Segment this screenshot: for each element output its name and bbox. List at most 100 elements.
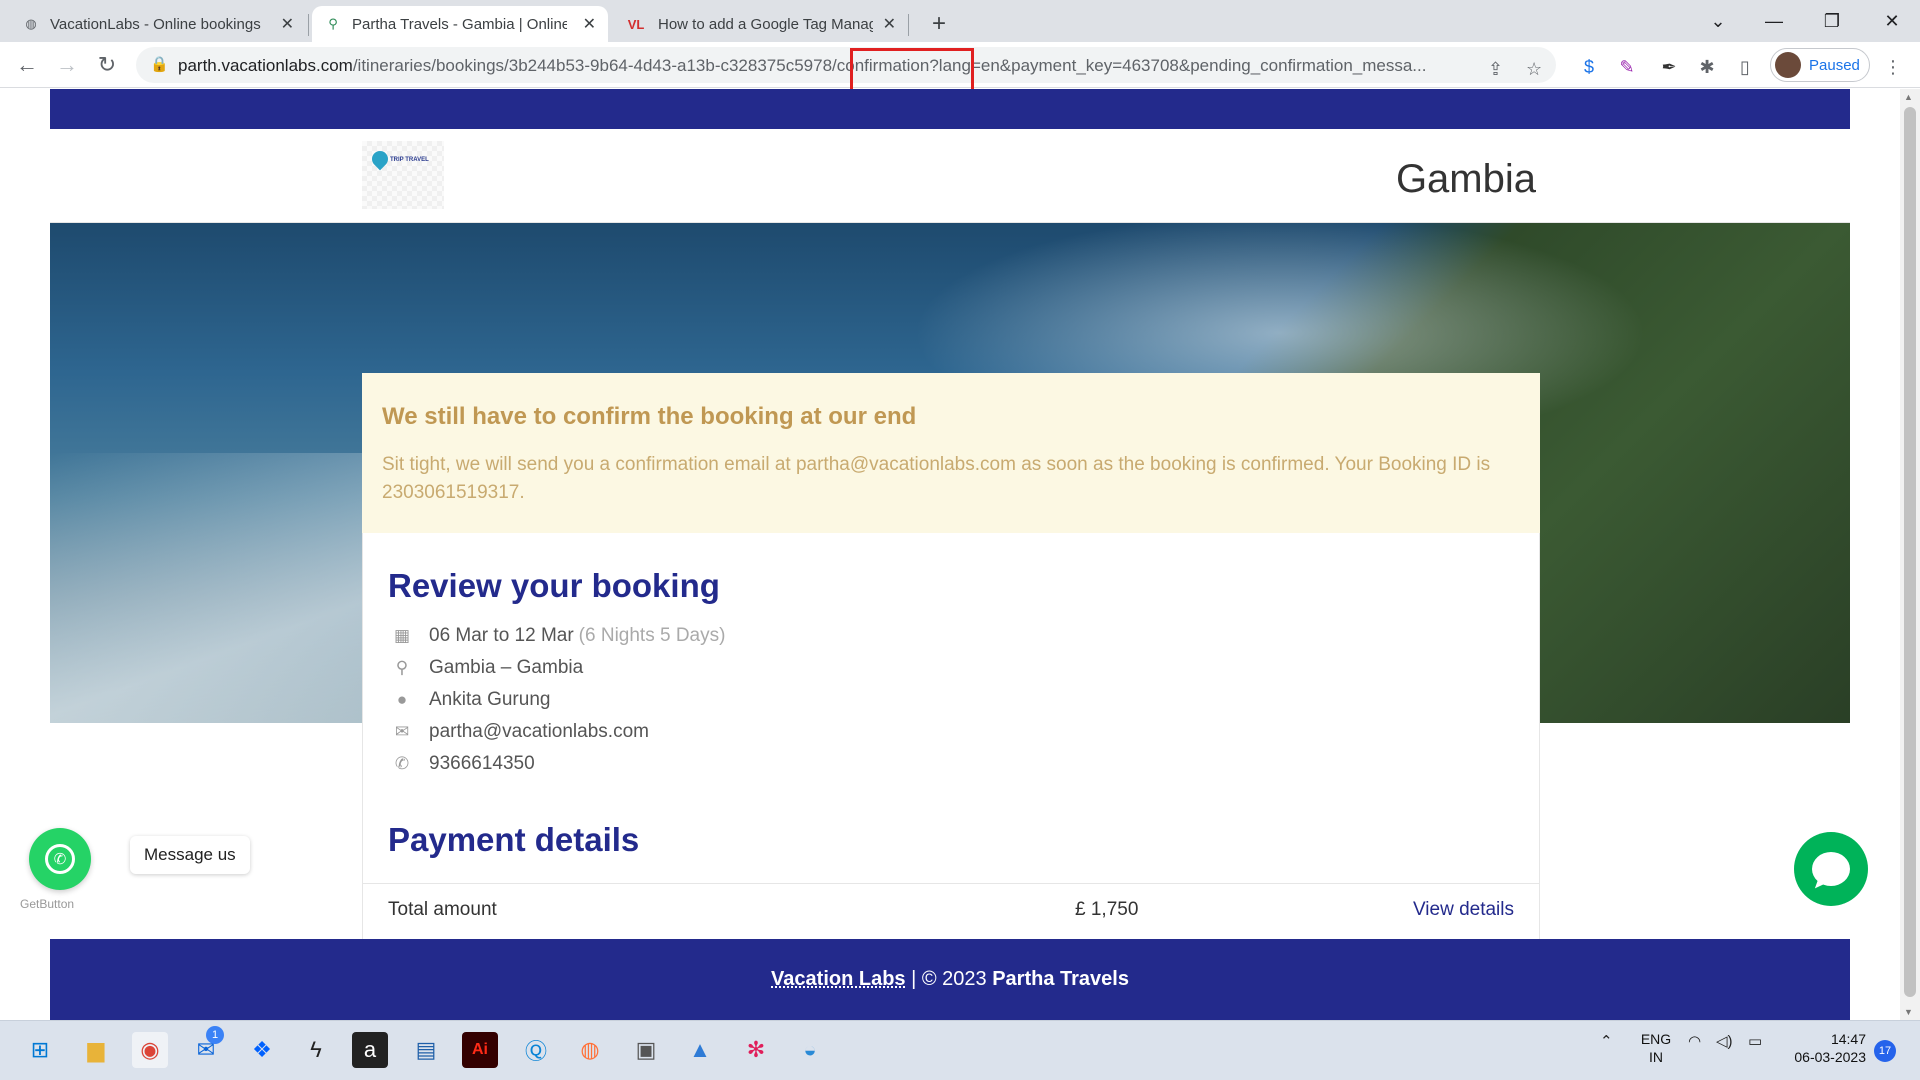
scroll-thumb[interactable]: [1904, 107, 1916, 997]
page-viewport: TRIP TRAVEL Gambia We still have to conf…: [0, 89, 1900, 1020]
top-band: [50, 89, 1850, 129]
tab-search-icon[interactable]: ⌄: [1690, 0, 1746, 42]
vacationlabs-icon: VL: [627, 16, 645, 32]
mail-badge: 1: [206, 1026, 224, 1044]
phone-row: ✆ 9366614350: [391, 753, 535, 775]
guest-name: Ankita Gurung: [429, 689, 551, 710]
illustrator-icon[interactable]: Ai: [462, 1032, 498, 1068]
wifi-icon[interactable]: ◠: [1688, 1032, 1701, 1050]
amazon-icon[interactable]: a: [352, 1032, 388, 1068]
globe-icon: ◍: [25, 16, 37, 31]
email-row: ✉ partha@vacationlabs.com: [391, 721, 649, 743]
side-panel-icon[interactable]: ▯: [1732, 54, 1758, 80]
site-logo[interactable]: TRIP TRAVEL: [362, 141, 444, 209]
logo-text: TRIP TRAVEL: [390, 157, 429, 163]
getbutton-credit[interactable]: GetButton: [20, 897, 74, 911]
lock-icon: 🔒: [150, 56, 169, 73]
close-window-icon[interactable]: ✕: [1864, 0, 1920, 42]
language-indicator[interactable]: ENG IN: [1636, 1030, 1676, 1066]
tab-title: VacationLabs - Online bookings f: [50, 15, 265, 33]
message-us-bubble[interactable]: Message us: [130, 836, 250, 874]
bolt-app-icon[interactable]: ϟ: [298, 1032, 334, 1068]
volume-icon[interactable]: ◁): [1716, 1032, 1733, 1050]
tray-expand-icon[interactable]: ⌃: [1600, 1032, 1613, 1050]
battery-icon[interactable]: ▭: [1748, 1032, 1762, 1050]
globe-app-icon[interactable]: ◒: [792, 1032, 828, 1068]
extension-icon[interactable]: $: [1576, 54, 1602, 80]
notification-badge[interactable]: 17: [1874, 1040, 1896, 1062]
tab-separator: [308, 14, 309, 36]
divider: [363, 883, 1539, 884]
profile-status: Paused: [1809, 56, 1860, 74]
calendar-icon: ▦: [393, 626, 411, 645]
review-heading: Review your booking: [388, 567, 720, 604]
map-marker-icon: ⚲: [395, 658, 409, 677]
reload-icon[interactable]: ↻: [92, 50, 122, 80]
booking-route: Gambia – Gambia: [429, 657, 584, 678]
booking-dates: 06 Mar to 12 Mar: [429, 625, 574, 646]
slack-icon[interactable]: ✻: [738, 1032, 774, 1068]
camera-icon[interactable]: ▣: [628, 1032, 664, 1068]
windows-start-icon[interactable]: ⊞: [22, 1032, 58, 1068]
forward-icon[interactable]: →: [52, 50, 82, 80]
system-clock[interactable]: 14:47 06-03-2023: [1786, 1030, 1866, 1066]
close-tab-icon[interactable]: ✕: [281, 14, 294, 34]
news-app-icon[interactable]: ▤: [408, 1032, 444, 1068]
close-tab-icon[interactable]: ✕: [883, 14, 896, 34]
restore-icon[interactable]: ❐: [1804, 0, 1860, 42]
new-tab-button[interactable]: +: [920, 6, 956, 42]
envelope-icon: ✉: [394, 722, 410, 741]
menu-icon[interactable]: ⋮: [1880, 54, 1906, 80]
alert-title: We still have to confirm the booking at …: [382, 403, 917, 430]
puzzle-icon[interactable]: ✱: [1694, 54, 1720, 80]
close-tab-icon[interactable]: ✕: [583, 14, 596, 34]
tab-google-tag-manager[interactable]: VL How to add a Google Tag Manag ✕: [612, 6, 908, 42]
map-pin-icon: [368, 147, 392, 171]
tab-partha-travels[interactable]: ⚲ Partha Travels - Gambia | Online B ✕: [312, 6, 608, 42]
alert-message: Sit tight, we will send you a confirmati…: [382, 454, 1491, 503]
scroll-down-icon[interactable]: ▼: [1904, 1007, 1913, 1017]
tab-separator: [908, 14, 909, 36]
route-row: ⚲ Gambia – Gambia: [391, 657, 583, 679]
view-details-link[interactable]: View details: [1413, 899, 1514, 921]
windows-taskbar: [0, 1020, 1920, 1080]
whatsapp-button[interactable]: ✆: [29, 828, 91, 890]
whatsapp-icon: ✆: [45, 844, 75, 874]
dates-row: ▦ 06 Mar to 12 Mar (6 Nights 5 Days): [391, 625, 725, 647]
chrome-icon[interactable]: ◉: [132, 1032, 168, 1068]
vacation-labs-link[interactable]: Vacation Labs: [771, 968, 906, 991]
star-icon[interactable]: ☆: [1526, 59, 1542, 80]
payment-heading: Payment details: [388, 821, 640, 858]
tab-title: Partha Travels - Gambia | Online B: [352, 15, 567, 33]
tab-strip: ◍ VacationLabs - Online bookings f ✕ ⚲ P…: [0, 0, 1920, 42]
tab-vacationlabs[interactable]: ◍ VacationLabs - Online bookings f ✕: [10, 6, 306, 42]
address-bar[interactable]: 🔒 parth.vacationlabs.com/itineraries/boo…: [136, 47, 1556, 83]
destination-title: Gambia: [1395, 157, 1536, 201]
pending-confirmation-alert: We still have to confirm the booking at …: [362, 373, 1540, 533]
pen-extension-icon[interactable]: ✎: [1614, 54, 1640, 80]
chat-button[interactable]: [1794, 832, 1868, 906]
booking-duration: (6 Nights 5 Days): [578, 625, 726, 646]
chat-bubble-icon: [1812, 852, 1850, 886]
guest-row: ● Ankita Gurung: [391, 689, 551, 711]
company-name: Partha Travels: [992, 968, 1129, 990]
file-explorer-icon[interactable]: ▆: [78, 1032, 114, 1068]
picker-extension-icon[interactable]: ✒: [1656, 54, 1682, 80]
guest-email: partha@vacationlabs.com: [429, 721, 649, 742]
back-icon[interactable]: ←: [12, 50, 42, 80]
scroll-up-icon[interactable]: ▲: [1904, 92, 1913, 102]
photos-icon[interactable]: ▲: [682, 1032, 718, 1068]
page-scrollbar[interactable]: ▲ ▼: [1900, 89, 1920, 1020]
tab-title: How to add a Google Tag Manag: [658, 15, 873, 33]
share-icon[interactable]: ⇪: [1488, 59, 1503, 80]
search-app-icon[interactable]: Ⓠ: [518, 1032, 554, 1068]
map-pin-icon: ⚲: [328, 16, 338, 31]
phone-icon: ✆: [394, 754, 410, 773]
firefox-icon[interactable]: ◍: [572, 1032, 608, 1068]
site-footer: Vacation Labs | © 2023 Partha Travels: [50, 939, 1850, 1020]
copyright-text: | © 2023: [905, 968, 993, 990]
minimize-icon[interactable]: —: [1746, 0, 1802, 42]
user-icon: ●: [396, 690, 408, 709]
dropbox-icon[interactable]: ❖: [244, 1032, 280, 1068]
profile-button[interactable]: Paused: [1770, 48, 1870, 82]
